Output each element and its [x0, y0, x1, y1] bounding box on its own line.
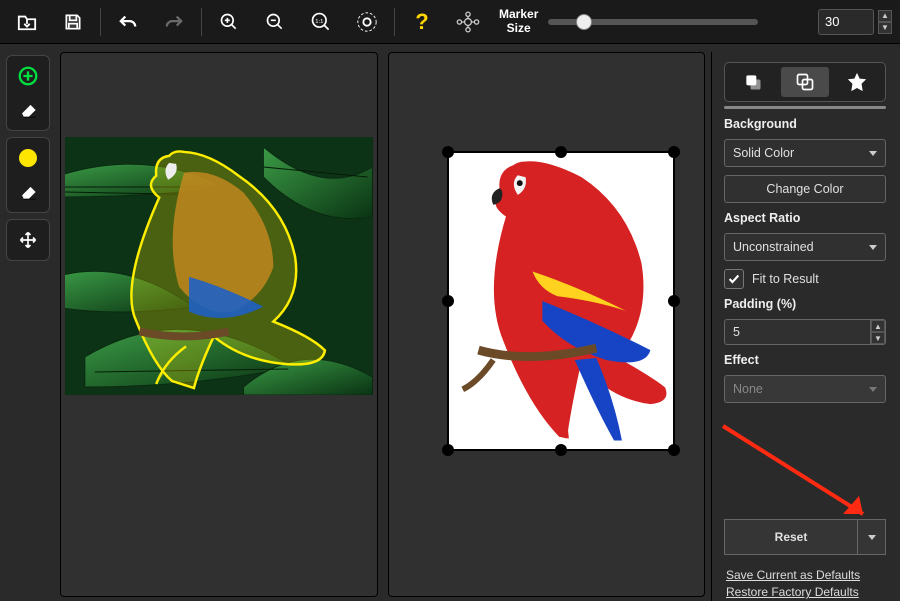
copies-icon: [795, 72, 815, 92]
tab-layers[interactable]: [729, 67, 777, 97]
erase-foreground-tool[interactable]: [11, 94, 45, 126]
aspect-ratio-select[interactable]: Unconstrained: [724, 233, 886, 261]
floppy-disk-icon: [63, 12, 83, 32]
save-button[interactable]: [54, 5, 92, 39]
add-background-tool[interactable]: [11, 142, 45, 174]
zoom-out-button[interactable]: [256, 5, 294, 39]
add-circle-icon: [17, 65, 39, 87]
fit-to-result-checkbox[interactable]: [724, 269, 744, 289]
tab-objects[interactable]: [781, 67, 829, 97]
zoom-in-icon: [219, 12, 239, 32]
effect-value: None: [733, 382, 763, 396]
effect-label: Effect: [724, 353, 886, 367]
separator: [394, 8, 395, 36]
stack-icon: [743, 72, 763, 92]
workspace: [60, 52, 705, 597]
chevron-down-icon: [869, 151, 877, 156]
aspect-ratio-label: Aspect Ratio: [724, 211, 886, 225]
crop-handle[interactable]: [668, 146, 680, 158]
padding-stepper-up[interactable]: ▲: [871, 320, 885, 332]
padding-stepper-down[interactable]: ▼: [871, 332, 885, 344]
menu-save-defaults[interactable]: Save Current as Defaults: [726, 567, 884, 584]
stepper-up[interactable]: ▲: [878, 10, 892, 22]
chevron-down-icon: [869, 387, 877, 392]
zoom-1-1-icon: 1:1: [310, 11, 332, 33]
background-type-select[interactable]: Solid Color: [724, 139, 886, 167]
change-color-button[interactable]: Change Color: [724, 175, 886, 203]
top-toolbar: 1:1 ? Marker Size 30 ▲ ▼: [0, 0, 900, 44]
add-foreground-tool[interactable]: [11, 60, 45, 92]
folder-open-icon: [16, 12, 38, 32]
crop-handle[interactable]: [442, 444, 454, 456]
eraser-icon: [17, 183, 39, 201]
right-panel: Background Solid Color Change Color Aspe…: [711, 52, 896, 601]
graph-nodes-icon: [456, 11, 480, 33]
move-tool[interactable]: [11, 224, 45, 256]
source-pane[interactable]: [60, 52, 378, 597]
stepper-down[interactable]: ▼: [878, 22, 892, 34]
zoom-in-button[interactable]: [210, 5, 248, 39]
reset-button[interactable]: Reset: [724, 519, 858, 555]
selection-outline: [65, 137, 373, 395]
marker-size-slider[interactable]: [548, 19, 758, 25]
reset-row: Reset: [724, 519, 886, 555]
result-canvas[interactable]: [447, 151, 675, 451]
crop-handle[interactable]: [442, 146, 454, 158]
extracted-subject: [449, 153, 673, 449]
reset-menu-button[interactable]: [858, 519, 886, 555]
undo-button[interactable]: [109, 5, 147, 39]
zoom-actual-button[interactable]: 1:1: [302, 5, 340, 39]
crop-handle[interactable]: [668, 295, 680, 307]
crop-handle[interactable]: [442, 295, 454, 307]
fit-to-result-row: Fit to Result: [724, 269, 886, 289]
help-button[interactable]: ?: [403, 5, 441, 39]
move-tool-group: [6, 219, 50, 261]
zoom-out-icon: [265, 12, 285, 32]
move-icon: [18, 230, 38, 250]
zoom-fit-icon: [356, 11, 378, 33]
crop-handle[interactable]: [668, 444, 680, 456]
effect-select[interactable]: None: [724, 375, 886, 403]
panel-tabs: [724, 62, 886, 102]
eraser-icon: [17, 101, 39, 119]
tab-underline: [724, 106, 886, 109]
chevron-down-icon: [869, 245, 877, 250]
crop-handle[interactable]: [555, 146, 567, 158]
marker-size-label: Marker Size: [499, 8, 538, 34]
separator: [100, 8, 101, 36]
marker-size-stepper: ▲ ▼: [878, 10, 892, 34]
separator: [201, 8, 202, 36]
bg-tool-group: [6, 137, 50, 213]
undo-icon: [117, 13, 139, 31]
circle-fill-icon: [18, 148, 38, 168]
marker-size-value[interactable]: 30: [818, 9, 874, 35]
chevron-down-icon: [868, 535, 876, 540]
reset-menu-popup: Save Current as Defaults Restore Factory…: [724, 563, 886, 601]
tab-favorites[interactable]: [833, 67, 881, 97]
padding-field-row: 5 ▲ ▼: [724, 319, 886, 345]
star-icon: [846, 71, 868, 93]
slider-knob[interactable]: [576, 14, 592, 30]
background-label: Background: [724, 117, 886, 131]
svg-text:1:1: 1:1: [315, 18, 323, 24]
aspect-ratio-value: Unconstrained: [733, 240, 814, 254]
fg-tool-group: [6, 55, 50, 131]
padding-label: Padding (%): [724, 297, 886, 311]
background-type-value: Solid Color: [733, 146, 794, 160]
erase-background-tool[interactable]: [11, 176, 45, 208]
redo-button[interactable]: [155, 5, 193, 39]
source-canvas[interactable]: [65, 137, 373, 395]
tool-strip: [6, 55, 50, 261]
padding-input[interactable]: 5: [724, 319, 871, 345]
fit-to-result-label: Fit to Result: [752, 272, 819, 286]
graph-button[interactable]: [449, 5, 487, 39]
menu-restore-factory[interactable]: Restore Factory Defaults: [726, 584, 884, 601]
question-icon: ?: [415, 9, 428, 35]
crop-handle[interactable]: [555, 444, 567, 456]
zoom-fit-button[interactable]: [348, 5, 386, 39]
open-button[interactable]: [8, 5, 46, 39]
result-pane[interactable]: [388, 52, 706, 597]
redo-icon: [163, 13, 185, 31]
check-icon: [727, 272, 741, 286]
